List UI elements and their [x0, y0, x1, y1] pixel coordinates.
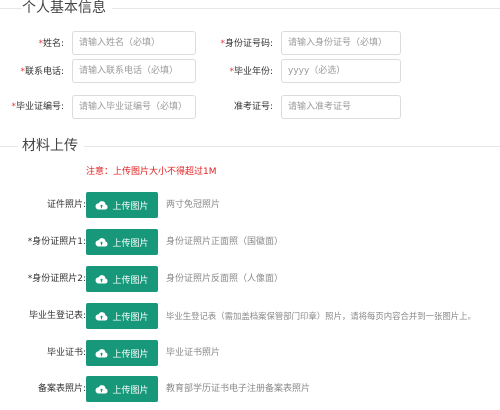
section-divider-left — [0, 146, 18, 147]
upload-button-label: 上传图片 — [112, 238, 149, 249]
upload-diploma-button[interactable]: 上传图片 — [86, 340, 158, 366]
graduation-year-label: *毕业年份: — [229, 67, 273, 77]
upload-label: *身份证照片1: — [27, 237, 86, 247]
upload-hint: 毕业证书照片 — [166, 348, 221, 358]
name-label: *姓名: — [38, 39, 64, 49]
upload-button-label: 上传图片 — [112, 385, 149, 396]
upload-button-label: 上传图片 — [112, 349, 149, 360]
exam-ticket-label: 准考证号: — [233, 102, 273, 112]
upload-label: 毕业证书: — [46, 348, 86, 358]
name-input[interactable]: 请输入姓名（必填） — [72, 31, 196, 55]
upload-row-id-card-1: *身份证照片1: 上传图片 身份证照片正面照（国徽面） — [0, 229, 500, 255]
upload-row-id-card-2: *身份证照片2: 上传图片 身份证照片反面照（人像面） — [0, 266, 500, 292]
upload-label: 毕业生登记表: — [28, 311, 86, 321]
upload-row-registration-form: 备案表照片: 上传图片 教育部学历证书电子注册备案表照片 — [0, 376, 500, 402]
upload-id-photo-button[interactable]: 上传图片 — [86, 192, 158, 218]
section-title: 材料上传 — [22, 138, 84, 154]
diploma-number-input[interactable]: 请输入毕业证编号（必填） — [72, 95, 196, 119]
upload-button-label: 上传图片 — [112, 275, 149, 286]
section-divider — [72, 146, 500, 147]
cloud-upload-icon — [96, 238, 108, 247]
cloud-upload-icon — [96, 201, 108, 210]
exam-ticket-input[interactable]: 请输入准考证号 — [281, 95, 401, 119]
upload-hint: 教育部学历证书电子注册备案表照片 — [166, 384, 311, 394]
diploma-number-label: *毕业证编号: — [11, 102, 64, 112]
cloud-upload-icon — [96, 275, 108, 284]
cloud-upload-icon — [96, 312, 108, 321]
upload-hint: 毕业生登记表（需加盖档案保管部门印章）照片，请将每页内容合并到一张图片上。 — [166, 311, 476, 321]
cloud-upload-icon — [96, 385, 108, 394]
graduation-year-input[interactable]: yyyy（必选） — [281, 59, 401, 83]
upload-id-card-1-button[interactable]: 上传图片 — [86, 229, 158, 255]
id-number-label: *身份证号码: — [220, 39, 273, 49]
upload-button-label: 上传图片 — [112, 312, 149, 323]
upload-label: *身份证照片2: — [27, 274, 86, 284]
cloud-upload-icon — [96, 349, 108, 358]
upload-label: 备案表照片: — [37, 384, 86, 394]
upload-label: 证件照片: — [46, 200, 86, 210]
upload-graduate-form-button[interactable]: 上传图片 — [86, 303, 158, 329]
upload-row-diploma: 毕业证书: 上传图片 毕业证书照片 — [0, 340, 500, 366]
phone-label: *联系电话: — [20, 67, 64, 77]
section-title: 个人基本信息 — [22, 0, 112, 16]
upload-button-label: 上传图片 — [112, 201, 149, 212]
upload-row-id-photo: 证件照片: 上传图片 两寸免冠照片 — [0, 192, 500, 218]
upload-hint: 身份证照片反面照（人像面） — [166, 274, 284, 284]
phone-input[interactable]: 请输入联系电话（必填） — [72, 59, 196, 83]
upload-row-graduate-form: 毕业生登记表: 上传图片 毕业生登记表（需加盖档案保管部门印章）照片，请将每页内… — [0, 303, 500, 329]
id-number-input[interactable]: 请输入身份证号（必填） — [281, 31, 401, 55]
upload-registration-form-button[interactable]: 上传图片 — [86, 376, 158, 402]
upload-id-card-2-button[interactable]: 上传图片 — [86, 266, 158, 292]
upload-hint: 两寸免冠照片 — [166, 200, 221, 210]
upload-size-notice: 注意：上传图片大小不得超过1M — [86, 167, 217, 177]
upload-hint: 身份证照片正面照（国徽面） — [166, 237, 284, 247]
